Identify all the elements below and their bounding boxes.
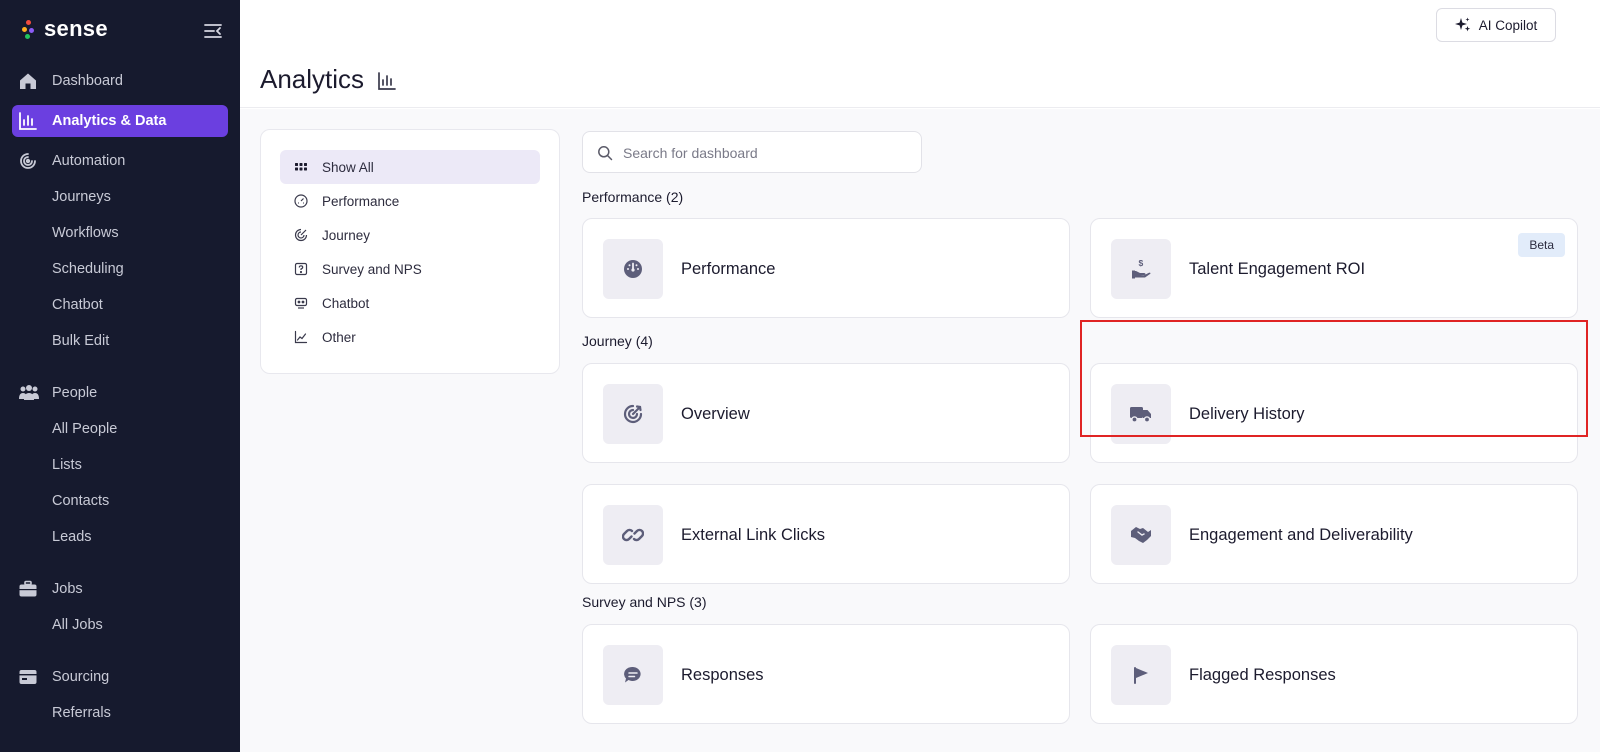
page-header: Analytics AI Copilot xyxy=(240,0,1600,108)
filter-survey-nps[interactable]: Survey and NPS xyxy=(280,252,540,286)
sidebar-item-jobs[interactable]: Jobs xyxy=(12,573,228,605)
category-filter-panel: Show All Performance Journey Survey and … xyxy=(260,129,560,374)
sparkle-icon xyxy=(1454,17,1470,32)
sidebar-item-dashboard[interactable]: Dashboard xyxy=(12,65,228,97)
handshake-icon xyxy=(1131,527,1151,543)
search-icon xyxy=(598,146,613,161)
gauge-icon xyxy=(624,260,642,278)
section-label-performance: Performance (2) xyxy=(582,189,684,205)
logo-text: sense xyxy=(44,16,108,41)
search-input[interactable] xyxy=(623,142,913,164)
card-overview[interactable]: Overview xyxy=(582,363,1070,463)
sidebar-item-leads[interactable]: Leads xyxy=(52,529,92,545)
sidebar-item-scheduling[interactable]: Scheduling xyxy=(52,261,124,277)
grid-dots-icon xyxy=(294,160,308,174)
sidebar-item-journeys[interactable]: Journeys xyxy=(52,189,111,205)
briefcase-icon xyxy=(18,579,38,599)
card-title: Responses xyxy=(681,666,764,684)
chatbot-icon xyxy=(294,296,308,310)
chat-bubble-icon xyxy=(624,666,641,683)
collapse-sidebar-icon[interactable] xyxy=(202,20,224,42)
card-engagement-deliverability[interactable]: Engagement and Deliverability xyxy=(1090,484,1578,584)
target-icon xyxy=(623,404,643,424)
question-square-icon xyxy=(294,262,308,276)
sidebar-item-sourcing[interactable]: Sourcing xyxy=(12,661,228,693)
card-icon-tile: $ xyxy=(1111,239,1171,299)
card-icon-tile xyxy=(603,239,663,299)
bar-chart-icon xyxy=(18,111,38,131)
sidebar-item-bulk-edit[interactable]: Bulk Edit xyxy=(52,333,109,349)
sidebar-item-contacts[interactable]: Contacts xyxy=(52,493,109,509)
home-icon xyxy=(18,71,38,91)
sidebar-item-analytics[interactable]: Analytics & Data xyxy=(12,105,228,137)
sidebar-item-workflows[interactable]: Workflows xyxy=(52,225,119,241)
section-label-journey: Journey (4) xyxy=(582,333,653,349)
target-icon xyxy=(294,228,308,242)
card-title: Performance xyxy=(681,260,776,278)
flag-icon xyxy=(1134,667,1148,684)
ai-copilot-button[interactable]: AI Copilot xyxy=(1436,8,1556,42)
card-icon-tile xyxy=(1111,645,1171,705)
card-talent-engagement-roi[interactable]: $ Talent Engagement ROI Beta xyxy=(1090,218,1578,318)
sidebar: sense Dashboard Analytics & Data Automat… xyxy=(0,0,240,752)
svg-text:$: $ xyxy=(1139,258,1144,268)
card-icon-tile xyxy=(1111,384,1171,444)
card-flagged-responses[interactable]: Flagged Responses xyxy=(1090,624,1578,724)
card-performance[interactable]: Performance xyxy=(582,218,1070,318)
dashboard-search[interactable] xyxy=(582,131,922,173)
card-external-link-clicks[interactable]: External Link Clicks xyxy=(582,484,1070,584)
sidebar-item-automation[interactable]: Automation xyxy=(12,145,228,177)
sidebar-item-lists[interactable]: Lists xyxy=(52,457,82,473)
hand-dollar-icon: $ xyxy=(1132,258,1151,279)
gauge-icon xyxy=(294,194,308,208)
card-delivery-history[interactable]: Delivery History xyxy=(1090,363,1578,463)
filter-journey[interactable]: Journey xyxy=(280,218,540,252)
automation-icon xyxy=(18,151,38,171)
link-icon xyxy=(622,528,644,542)
content-area: Show All Performance Journey Survey and … xyxy=(240,109,1600,752)
card-title: Delivery History xyxy=(1189,405,1305,423)
card-title: Overview xyxy=(681,405,750,423)
card-title: External Link Clicks xyxy=(681,526,825,544)
beta-badge: Beta xyxy=(1518,233,1565,257)
section-label-survey-nps: Survey and NPS (3) xyxy=(582,594,707,610)
main-area: Analytics AI Copilot Show All Performanc… xyxy=(240,0,1600,752)
truck-icon xyxy=(1130,407,1151,423)
card-title: Flagged Responses xyxy=(1189,666,1336,684)
card-icon-tile xyxy=(603,384,663,444)
sidebar-item-chatbot[interactable]: Chatbot xyxy=(52,297,103,313)
analytics-chart-icon xyxy=(377,71,397,91)
sidebar-item-referrals[interactable]: Referrals xyxy=(52,705,111,721)
filter-performance[interactable]: Performance xyxy=(280,184,540,218)
card-title: Engagement and Deliverability xyxy=(1189,526,1413,544)
page-title: Analytics xyxy=(260,64,365,94)
people-icon xyxy=(18,383,39,403)
sidebar-item-all-people[interactable]: All People xyxy=(52,421,117,437)
filter-other[interactable]: Other xyxy=(280,320,540,354)
sourcing-icon xyxy=(18,667,38,687)
card-icon-tile xyxy=(603,645,663,705)
card-icon-tile xyxy=(1111,505,1171,565)
line-chart-icon xyxy=(294,330,308,344)
ai-copilot-label: AI Copilot xyxy=(1478,17,1538,33)
card-icon-tile xyxy=(603,505,663,565)
filter-chatbot[interactable]: Chatbot xyxy=(280,286,540,320)
logo[interactable]: sense xyxy=(22,16,108,41)
card-title: Talent Engagement ROI xyxy=(1189,260,1366,278)
logo-dots-icon xyxy=(22,18,36,40)
card-responses[interactable]: Responses xyxy=(582,624,1070,724)
sidebar-item-people[interactable]: People xyxy=(12,377,228,409)
filter-show-all[interactable]: Show All xyxy=(280,150,540,184)
sidebar-item-all-jobs[interactable]: All Jobs xyxy=(52,617,103,633)
